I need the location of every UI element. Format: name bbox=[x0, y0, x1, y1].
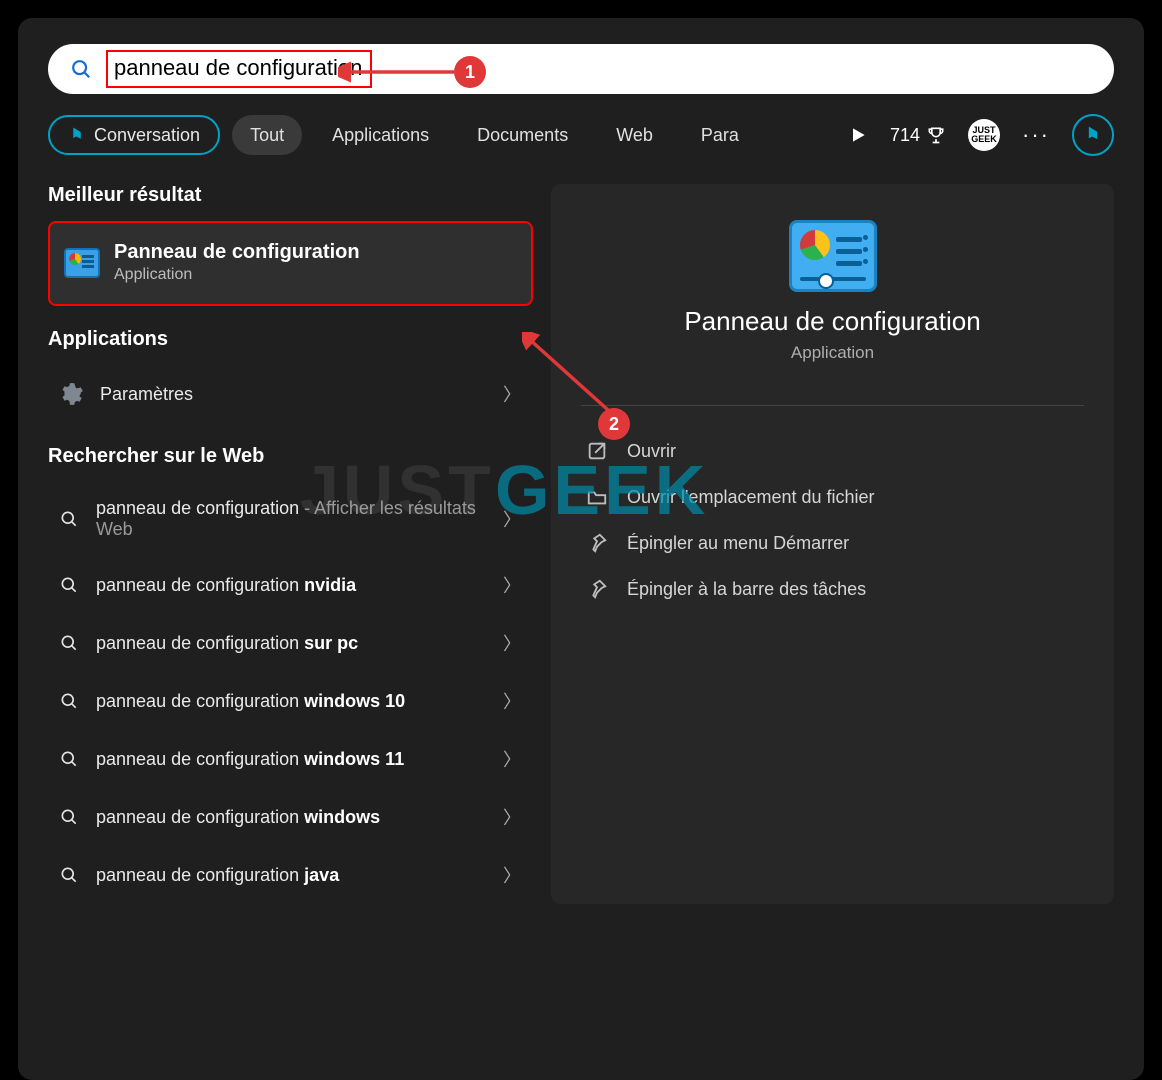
action-open-location-label: Ouvrir l'emplacement du fichier bbox=[627, 487, 875, 508]
pin-icon bbox=[585, 532, 609, 554]
action-pin-start-label: Épingler au menu Démarrer bbox=[627, 533, 849, 554]
web-result-3[interactable]: panneau de configuration windows 10 〉 bbox=[48, 672, 533, 730]
bing-chat-button[interactable] bbox=[1072, 114, 1114, 156]
search-icon bbox=[70, 58, 92, 80]
search-icon bbox=[58, 632, 80, 654]
avatar[interactable]: JUST GEEK bbox=[968, 119, 1000, 151]
web-result-text: panneau de configuration java bbox=[96, 865, 487, 886]
action-pin-taskbar-label: Épingler à la barre des tâches bbox=[627, 579, 866, 600]
search-bar[interactable]: panneau de configuration bbox=[48, 44, 1114, 94]
search-icon bbox=[58, 748, 80, 770]
web-result-text: panneau de configuration windows bbox=[96, 807, 487, 828]
search-icon bbox=[58, 574, 80, 596]
web-result-text: panneau de configuration - Afficher les … bbox=[96, 498, 487, 540]
tab-all-label: Tout bbox=[250, 125, 284, 146]
chevron-right-icon: 〉 bbox=[503, 688, 521, 714]
web-result-1[interactable]: panneau de configuration nvidia 〉 bbox=[48, 556, 533, 614]
tab-conversation-label: Conversation bbox=[94, 125, 200, 146]
divider bbox=[581, 405, 1084, 406]
chevron-right-icon: 〉 bbox=[503, 630, 521, 656]
gear-icon bbox=[58, 381, 84, 407]
chevron-right-icon: 〉 bbox=[503, 804, 521, 830]
search-icon bbox=[58, 806, 80, 828]
details-pane: Panneau de configuration Application Ouv… bbox=[551, 184, 1114, 904]
open-icon bbox=[585, 440, 609, 462]
tab-applications[interactable]: Applications bbox=[314, 115, 447, 155]
tab-all[interactable]: Tout bbox=[232, 115, 302, 155]
web-result-2[interactable]: panneau de configuration sur pc 〉 bbox=[48, 614, 533, 672]
tab-web-label: Web bbox=[616, 125, 653, 146]
avatar-text: JUST GEEK bbox=[968, 126, 1000, 144]
tab-more-truncated[interactable]: Para bbox=[683, 115, 749, 155]
search-icon bbox=[58, 864, 80, 886]
chevron-right-icon: 〉 bbox=[503, 572, 521, 598]
bing-icon bbox=[1083, 125, 1103, 145]
tab-applications-label: Applications bbox=[332, 125, 429, 146]
filter-row: Conversation Tout Applications Documents… bbox=[48, 114, 1114, 156]
play-icon[interactable] bbox=[848, 125, 868, 145]
control-panel-icon bbox=[64, 248, 100, 278]
applications-header: Applications bbox=[48, 328, 533, 351]
search-icon bbox=[58, 690, 80, 712]
chevron-right-icon: 〉 bbox=[503, 862, 521, 888]
tab-documents[interactable]: Documents bbox=[459, 115, 586, 155]
best-result-item[interactable]: Panneau de configuration Application bbox=[48, 221, 533, 306]
action-open-location[interactable]: Ouvrir l'emplacement du fichier bbox=[577, 474, 1088, 520]
web-search-header: Rechercher sur le Web bbox=[48, 445, 533, 468]
best-result-header: Meilleur résultat bbox=[48, 184, 533, 207]
annotation-callout-1: 1 bbox=[454, 56, 486, 88]
rewards-points-value: 714 bbox=[890, 125, 920, 146]
action-pin-taskbar[interactable]: Épingler à la barre des tâches bbox=[577, 566, 1088, 612]
rewards-points[interactable]: 714 bbox=[890, 125, 946, 146]
tab-conversation[interactable]: Conversation bbox=[48, 115, 220, 155]
web-result-5[interactable]: panneau de configuration windows 〉 bbox=[48, 788, 533, 846]
search-icon bbox=[58, 508, 80, 530]
app-result-label: Paramètres bbox=[100, 384, 487, 405]
tab-more-label: Para bbox=[701, 125, 739, 146]
details-title: Panneau de configuration bbox=[577, 306, 1088, 337]
folder-icon bbox=[585, 486, 609, 508]
best-result-title: Panneau de configuration bbox=[114, 241, 360, 264]
search-input[interactable]: panneau de configuration bbox=[106, 50, 372, 88]
action-pin-start[interactable]: Épingler au menu Démarrer bbox=[577, 520, 1088, 566]
web-result-text: panneau de configuration sur pc bbox=[96, 633, 487, 654]
chevron-right-icon: 〉 bbox=[503, 746, 521, 772]
details-subtitle: Application bbox=[577, 343, 1088, 363]
web-result-text: panneau de configuration windows 11 bbox=[96, 749, 487, 770]
chevron-right-icon: 〉 bbox=[503, 381, 521, 407]
web-result-text: panneau de configuration windows 10 bbox=[96, 691, 487, 712]
tab-web[interactable]: Web bbox=[598, 115, 671, 155]
top-right-tools: 714 JUST GEEK ··· bbox=[848, 114, 1114, 156]
app-result-parametres[interactable]: Paramètres 〉 bbox=[48, 365, 533, 423]
bing-chat-icon bbox=[68, 126, 86, 144]
pin-icon bbox=[585, 578, 609, 600]
action-open-label: Ouvrir bbox=[627, 441, 676, 462]
web-result-4[interactable]: panneau de configuration windows 11 〉 bbox=[48, 730, 533, 788]
web-result-0[interactable]: panneau de configuration - Afficher les … bbox=[48, 482, 533, 556]
trophy-icon bbox=[926, 125, 946, 145]
action-open[interactable]: Ouvrir bbox=[577, 428, 1088, 474]
annotation-callout-2: 2 bbox=[598, 408, 630, 440]
web-result-6[interactable]: panneau de configuration java 〉 bbox=[48, 846, 533, 904]
web-result-text: panneau de configuration nvidia bbox=[96, 575, 487, 596]
results-column: Meilleur résultat Panneau de configurati… bbox=[48, 184, 533, 904]
tab-documents-label: Documents bbox=[477, 125, 568, 146]
chevron-right-icon: 〉 bbox=[503, 506, 521, 532]
best-result-subtitle: Application bbox=[114, 266, 360, 284]
search-panel: panneau de configuration Conversation To… bbox=[18, 18, 1144, 1080]
control-panel-icon-large bbox=[789, 220, 877, 292]
more-menu-icon[interactable]: ··· bbox=[1022, 122, 1050, 148]
